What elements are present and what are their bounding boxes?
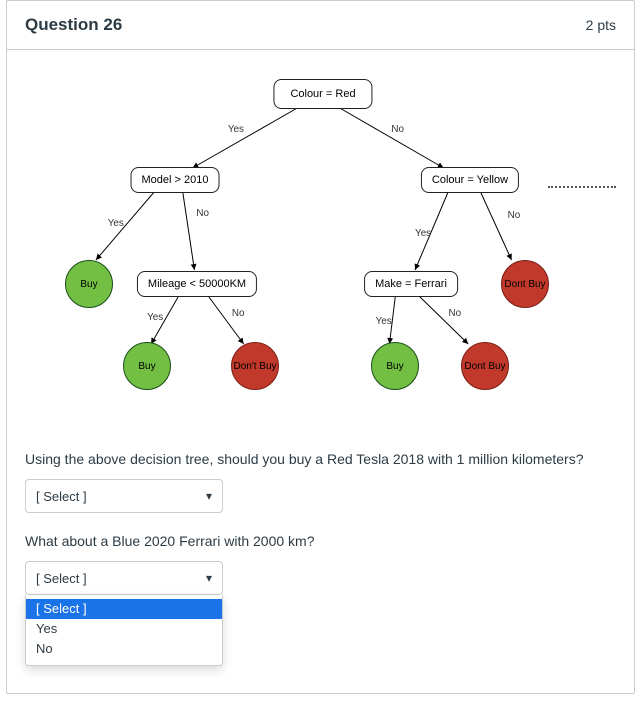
dropdown-option[interactable]: Yes — [26, 619, 222, 639]
tree-node-colour-yellow: Colour = Yellow — [421, 167, 519, 193]
edge-label: Yes — [147, 312, 163, 323]
question-points: 2 pts — [586, 17, 616, 33]
edge-label: Yes — [228, 124, 244, 135]
select-placeholder: [ Select ] — [36, 489, 87, 504]
tree-leaf-buy: Buy — [65, 260, 113, 308]
edge-label: No — [508, 210, 521, 221]
tree-node-root: Colour = Red — [273, 79, 372, 109]
edge-label: No — [232, 308, 245, 319]
select-placeholder: [ Select ] — [36, 571, 87, 586]
question-title: Question 26 — [25, 15, 122, 35]
tree-leaf-dont-buy: Don't Buy — [231, 342, 279, 390]
tree-leaf-dont-buy: Dont Buy — [461, 342, 509, 390]
tree-leaf-buy: Buy — [123, 342, 171, 390]
chevron-down-icon: ▾ — [206, 571, 212, 585]
prompt-2: What about a Blue 2020 Ferrari with 2000… — [25, 533, 616, 549]
chevron-down-icon: ▾ — [206, 489, 212, 503]
tree-node-make: Make = Ferrari — [364, 271, 458, 297]
answer-select-1[interactable]: [ Select ] ▾ — [25, 479, 223, 513]
edge-label: Yes — [415, 228, 431, 239]
tree-leaf-buy: Buy — [371, 342, 419, 390]
tree-leaf-dont-buy: Dont Buy — [501, 260, 549, 308]
edge-label: No — [196, 208, 209, 219]
question-card: Question 26 2 pts Yes No — [6, 0, 635, 694]
tree-node-model: Model > 2010 — [131, 167, 220, 193]
answer-select-2-dropdown[interactable]: [ Select ] Yes No — [25, 595, 223, 666]
question-header: Question 26 2 pts — [7, 1, 634, 50]
edge-label: Yes — [108, 218, 124, 229]
prompt-1: Using the above decision tree, should yo… — [25, 451, 616, 467]
answer-select-2[interactable]: [ Select ] ▾ — [25, 561, 223, 595]
edge-label: Yes — [376, 316, 392, 327]
dropdown-option[interactable]: No — [26, 639, 222, 659]
edge-label: No — [449, 308, 462, 319]
question-body: Yes No Yes No Yes No Yes — [7, 58, 634, 613]
decision-tree-diagram: Yes No Yes No Yes No Yes — [25, 58, 616, 433]
dropdown-option[interactable]: [ Select ] — [26, 599, 222, 619]
tree-node-mileage: Mileage < 50000KM — [137, 271, 257, 297]
edge-label: No — [391, 124, 404, 135]
